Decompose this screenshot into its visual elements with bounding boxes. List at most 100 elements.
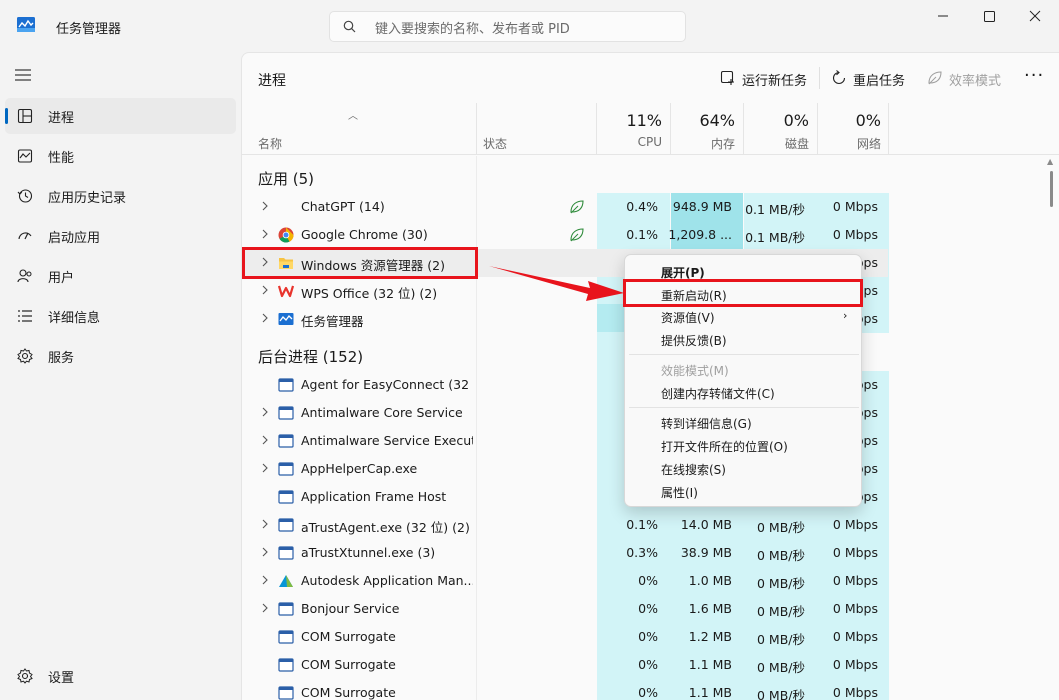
disk-value: 0 MB/秒 [757, 688, 805, 700]
table-row[interactable]: aTrustXtunnel.exe (3) 0.3% 38.9 MB 0 MB/秒 0 … [242, 539, 888, 567]
memory-label: 内存 [710, 137, 735, 151]
sidebar-item-processes[interactable]: 进程 [5, 98, 236, 134]
efficiency-mode-label: 效率模式 [949, 74, 1002, 89]
restart-icon [832, 70, 846, 85]
search-input[interactable]: 键入要搜索的名称、发布者或 PID [329, 11, 686, 42]
menu-item-feedback[interactable]: 提供反馈(B) [661, 332, 727, 349]
table-row[interactable]: COM Surrogate 0% 1.2 MB 0 MB/秒 0 Mbps [242, 623, 888, 651]
disk-label: 磁盘 [784, 137, 809, 151]
process-window-icon [278, 546, 294, 560]
process-name: Application Frame Host [301, 489, 447, 504]
close-button[interactable] [1012, 4, 1058, 28]
chevron-right-icon[interactable] [260, 228, 270, 240]
chevron-right-icon[interactable] [260, 434, 270, 446]
disk-value: 0 MB/秒 [757, 520, 805, 535]
table-row[interactable]: Google Chrome (30) 0.1% 1,209.8 ... 0.1 … [242, 221, 888, 249]
disk-percent: 0% [783, 111, 809, 130]
sidebar-item-services[interactable]: 服务 [5, 338, 236, 374]
cpu-value: 0.4% [626, 199, 658, 214]
menu-item-efficiency-mode: 效能模式(M) [661, 364, 729, 378]
process-name: WPS Office (32 位) (2) [301, 286, 438, 301]
process-name: Google Chrome (30) [301, 227, 428, 242]
table-row[interactable]: aTrustAgent.exe (32 位) (2) 0.1% 14.0 MB 0 M… [242, 511, 888, 539]
window-title: 任务管理器 [56, 22, 122, 37]
sidebar-item-startup-apps[interactable]: 启动应用 [5, 218, 236, 254]
table-row[interactable]: ChatGPT (14) 0.4% 948.9 MB 0.1 MB/秒 0 Mb… [242, 193, 888, 221]
process-window-icon [278, 518, 294, 532]
process-window-icon [278, 602, 294, 616]
sidebar-item-performance[interactable]: 性能 [5, 138, 236, 174]
sidebar-item-users[interactable]: 用户 [5, 258, 236, 294]
scroll-up-icon[interactable]: ▲ [1047, 157, 1053, 166]
network-value: 0 Mbps [832, 545, 878, 560]
chevron-right-icon[interactable] [260, 200, 270, 212]
process-window-icon [278, 462, 294, 476]
sort-ascending-icon: ︿ [348, 111, 358, 122]
menu-item-go-to-details[interactable]: 转到详细信息(G) [661, 415, 752, 432]
chevron-right-icon[interactable] [260, 406, 270, 418]
menu-item-open-file-location[interactable]: 打开文件所在的位置(O) [661, 438, 788, 455]
cpu-value: 0.1% [626, 517, 658, 532]
process-window-icon [278, 490, 294, 504]
sidebar-item-label: 应用历史记录 [48, 191, 127, 206]
close-icon [1029, 10, 1041, 22]
minimize-icon [938, 15, 948, 17]
search-icon [343, 20, 356, 33]
disk-value: 0 MB/秒 [757, 576, 805, 591]
sidebar-item-settings[interactable]: 设置 [5, 658, 236, 694]
menu-item-create-dump[interactable]: 创建内存转储文件(C) [661, 385, 775, 402]
cpu-value: 0% [638, 629, 658, 644]
wps-office-icon [278, 285, 294, 298]
network-value: 0 Mbps [832, 573, 878, 588]
chevron-right-icon[interactable] [260, 312, 270, 324]
settings-label: 设置 [48, 671, 75, 686]
autodesk-icon [279, 575, 293, 587]
table-row[interactable]: Autodesk Application Man... 0% 1.0 MB 0 MB/… [242, 567, 888, 595]
process-name: 任务管理器 [301, 314, 364, 329]
process-name: Antimalware Core Service [301, 405, 463, 420]
column-header-memory[interactable]: 64% 内存 [671, 103, 743, 155]
hamburger-menu-icon[interactable] [14, 68, 32, 82]
network-percent: 0% [855, 111, 881, 130]
maximize-button[interactable] [966, 4, 1012, 28]
chevron-right-icon[interactable] [260, 284, 270, 296]
process-name: AppHelperCap.exe [301, 461, 418, 476]
task-manager-icon [17, 17, 35, 32]
sidebar-item-label: 性能 [48, 151, 75, 166]
memory-value: 38.9 MB [680, 545, 732, 560]
chevron-right-icon[interactable] [260, 602, 270, 614]
menu-separator [629, 354, 859, 355]
title-bar: 任务管理器 键入要搜索的名称、发布者或 PID [0, 0, 1059, 52]
chevron-right-icon[interactable] [260, 462, 270, 474]
column-header-status[interactable]: 状态 [483, 135, 507, 152]
sidebar-item-app-history[interactable]: 应用历史记录 [5, 178, 236, 214]
column-header-cpu[interactable]: 11% CPU [597, 103, 670, 155]
chevron-right-icon[interactable] [260, 518, 270, 530]
more-options-button[interactable]: ··· [1024, 65, 1044, 86]
chevron-right-icon[interactable] [260, 546, 270, 558]
menu-item-search-online[interactable]: 在线搜索(S) [661, 461, 726, 478]
process-window-icon [278, 630, 294, 644]
process-name: aTrustXtunnel.exe (3) [301, 545, 436, 560]
sidebar-item-details[interactable]: 详细信息 [5, 298, 236, 334]
chevron-right-icon[interactable] [260, 574, 270, 586]
column-header-network[interactable]: 0% 网络 [818, 103, 889, 155]
menu-item-properties[interactable]: 属性(I) [661, 484, 698, 501]
table-row[interactable]: COM Surrogate 0% 1.1 MB 0 MB/秒 0 Mbps [242, 651, 888, 679]
group-header-background: 后台进程 (152) [258, 348, 364, 366]
highlight-box-explorer [242, 247, 478, 279]
scrollbar-thumb[interactable] [1050, 171, 1053, 207]
column-header-disk[interactable]: 0% 磁盘 [744, 103, 817, 155]
table-row[interactable]: Bonjour Service 0% 1.6 MB 0 MB/秒 0 Mbps [242, 595, 888, 623]
menu-item-resource-values[interactable]: 资源值(V) [661, 309, 715, 326]
memory-value: 1.1 MB [688, 685, 732, 700]
minimize-button[interactable] [920, 4, 966, 28]
memory-value: 1,209.8 ... [668, 227, 732, 242]
details-list-icon [18, 310, 32, 322]
run-new-task-label: 运行新任务 [742, 74, 808, 89]
table-row[interactable]: COM Surrogate 0% 1.1 MB 0 MB/秒 0 Mbps [242, 679, 888, 700]
column-header-name[interactable]: 名称 [258, 135, 282, 152]
process-name: ChatGPT (14) [301, 199, 385, 214]
process-window-icon [278, 658, 294, 672]
process-window-icon [278, 378, 294, 392]
